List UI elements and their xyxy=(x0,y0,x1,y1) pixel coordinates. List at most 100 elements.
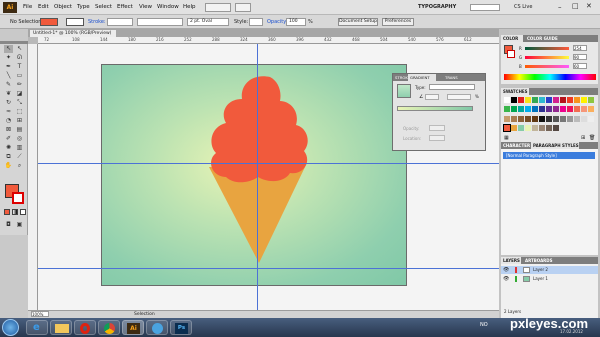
document-setup-button[interactable]: Document Setup xyxy=(338,18,378,26)
trash-icon[interactable]: 🗑 xyxy=(589,135,595,141)
menu-object[interactable]: Object xyxy=(54,4,72,10)
stroke-weight-field[interactable] xyxy=(107,18,133,26)
zoom-tool-icon[interactable]: ⌕ xyxy=(15,162,24,170)
swatch[interactable] xyxy=(574,97,580,103)
menu-edit[interactable]: Edit xyxy=(38,4,49,10)
taskbar-illustrator-icon[interactable]: Ai xyxy=(122,320,144,335)
type-tool-icon[interactable]: T xyxy=(15,63,24,71)
swatch[interactable] xyxy=(553,115,559,122)
layer-row[interactable]: 👁 Layer 1 xyxy=(501,275,598,283)
swatch[interactable] xyxy=(588,106,594,113)
taskbar-chrome-icon[interactable] xyxy=(98,320,120,335)
eyedropper-tool-icon[interactable]: ✐ xyxy=(4,135,13,143)
tab-gradient[interactable]: GRADIENT xyxy=(408,74,436,81)
visibility-eye-icon[interactable]: 👁 xyxy=(503,276,509,282)
brush-definition-select[interactable]: 2 pt. Oval xyxy=(187,18,229,26)
swatch[interactable] xyxy=(525,97,531,103)
color-mode-icon[interactable] xyxy=(4,209,10,215)
search-help-input[interactable] xyxy=(470,4,500,11)
angle-field[interactable] xyxy=(425,94,439,100)
perspective-grid-tool-icon[interactable]: ⊞ xyxy=(15,117,24,125)
magic-wand-tool-icon[interactable]: ✦ xyxy=(4,54,13,62)
eraser-tool-icon[interactable]: ◪ xyxy=(15,90,24,98)
swatch[interactable] xyxy=(581,115,587,122)
swatch[interactable] xyxy=(503,123,511,132)
direct-selection-tool-icon[interactable]: ↖ xyxy=(15,45,24,53)
swatch[interactable] xyxy=(518,124,524,131)
fill-color-swatch[interactable] xyxy=(40,18,58,26)
red-slider[interactable] xyxy=(525,47,569,50)
menu-file[interactable]: File xyxy=(23,4,32,10)
swatch[interactable] xyxy=(518,115,524,122)
swatch[interactable] xyxy=(504,106,510,113)
horizontal-ruler[interactable]: 72 108 144 180 216 252 288 324 360 396 4… xyxy=(38,37,499,44)
arrange-documents-button[interactable] xyxy=(235,3,251,12)
swatch[interactable] xyxy=(560,106,566,113)
aspect-ratio-field[interactable] xyxy=(447,94,471,100)
preferences-button[interactable]: Preferences xyxy=(382,18,414,26)
blue-slider[interactable] xyxy=(525,65,569,68)
gradient-type-select[interactable] xyxy=(429,84,475,90)
opacity-label[interactable]: Opacity: xyxy=(267,19,288,25)
swatch[interactable] xyxy=(546,124,552,131)
green-slider[interactable] xyxy=(525,56,569,59)
none-mode-icon[interactable] xyxy=(20,209,26,215)
menu-help[interactable]: Help xyxy=(183,4,196,10)
swatch[interactable] xyxy=(553,106,559,113)
swatch[interactable] xyxy=(511,97,517,103)
pencil-tool-icon[interactable]: ✏ xyxy=(15,81,24,89)
swatch[interactable] xyxy=(588,97,594,103)
tab-swatches[interactable]: SWATCHES xyxy=(501,88,529,95)
slice-tool-icon[interactable]: ⟋ xyxy=(15,153,24,161)
rotate-tool-icon[interactable]: ↻ xyxy=(4,99,13,107)
vertical-guide[interactable] xyxy=(257,44,258,310)
swatch[interactable] xyxy=(539,124,545,131)
swatch[interactable] xyxy=(546,115,552,122)
layer-name[interactable]: Layer 2 xyxy=(533,267,548,272)
swatch[interactable] xyxy=(532,97,538,103)
swatch[interactable] xyxy=(504,115,510,122)
stroke-color-box[interactable] xyxy=(12,192,24,204)
artboard-tool-icon[interactable]: ⧉ xyxy=(4,153,13,161)
new-swatch-icon[interactable]: ⊞ xyxy=(581,135,585,141)
color-stroke-swatch[interactable] xyxy=(507,50,515,58)
visibility-eye-icon[interactable]: 👁 xyxy=(503,267,509,273)
swatch[interactable] xyxy=(532,124,538,131)
paragraph-style-item[interactable]: [Normal Paragraph Style] xyxy=(503,152,595,159)
swatch[interactable] xyxy=(546,106,552,113)
blend-tool-icon[interactable]: ◎ xyxy=(15,135,24,143)
menu-effect[interactable]: Effect xyxy=(117,4,133,10)
bridge-button[interactable] xyxy=(205,3,231,12)
swatch[interactable] xyxy=(539,106,545,113)
tab-artboards[interactable]: ARTBOARDS xyxy=(525,257,552,264)
color-spectrum-bar[interactable] xyxy=(504,74,596,80)
swatch[interactable] xyxy=(504,97,510,103)
swatch[interactable] xyxy=(581,97,587,103)
minimize-icon[interactable]: – xyxy=(558,3,562,11)
swatch[interactable] xyxy=(581,106,587,113)
graphic-style-select[interactable] xyxy=(249,18,263,26)
cs-live-button[interactable]: CS Live xyxy=(514,4,532,10)
mesh-tool-icon[interactable]: ⊠ xyxy=(4,126,13,134)
swatch[interactable] xyxy=(567,106,573,113)
swatch[interactable] xyxy=(525,106,531,113)
line-tool-icon[interactable]: ╲ xyxy=(4,72,13,80)
lasso-tool-icon[interactable]: ᘏ xyxy=(15,54,24,62)
swatch[interactable] xyxy=(574,106,580,113)
swatch[interactable] xyxy=(539,115,545,122)
shape-builder-tool-icon[interactable]: ◔ xyxy=(4,117,13,125)
taskbar-ie-icon[interactable]: e xyxy=(26,320,48,335)
tab-character[interactable]: CHARACTER xyxy=(503,142,530,149)
swatch[interactable] xyxy=(560,97,566,103)
pen-tool-icon[interactable]: ✒ xyxy=(4,63,13,71)
draw-normal-icon[interactable]: ◘ xyxy=(4,221,13,229)
menu-select[interactable]: Select xyxy=(95,4,112,10)
column-graph-tool-icon[interactable]: ▥ xyxy=(15,144,24,152)
document-tab[interactable]: Untitled-1* @ 100% (RGB/Preview) xyxy=(30,30,116,37)
variable-width-profile[interactable] xyxy=(137,18,183,26)
horizontal-guide[interactable] xyxy=(38,268,499,269)
taskbar-folder-icon[interactable] xyxy=(50,320,72,335)
swatch[interactable] xyxy=(511,106,517,113)
zoom-level-field[interactable]: 100% xyxy=(31,311,49,317)
swatch[interactable] xyxy=(588,115,594,122)
